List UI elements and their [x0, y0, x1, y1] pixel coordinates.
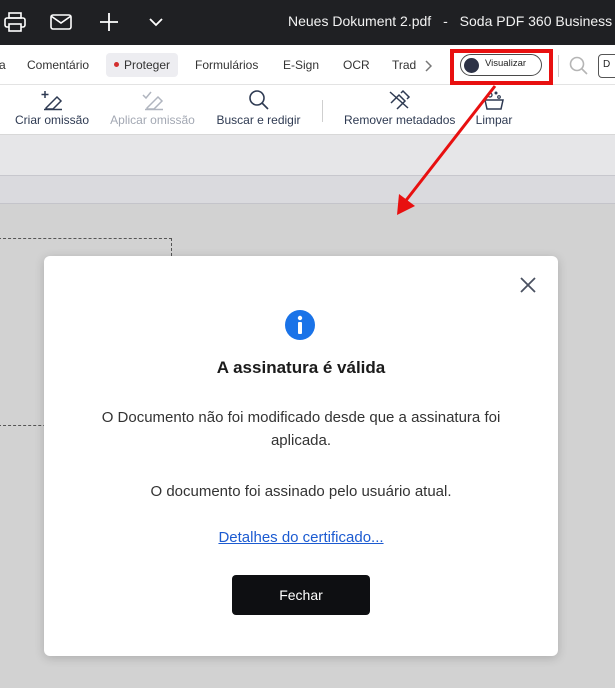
search-icon: [216, 89, 301, 111]
certificate-details-link[interactable]: Detalhes do certificado...: [218, 529, 383, 546]
tool-label: Remover metadados: [344, 113, 456, 127]
signature-valid-dialog: A assinatura é válida O Documento não fo…: [44, 256, 558, 656]
tab-formularios[interactable]: Formulários: [195, 53, 258, 77]
tool-label: Limpar: [475, 113, 513, 127]
tab-ocr[interactable]: OCR: [343, 53, 370, 77]
tab-label: OCR: [343, 58, 370, 72]
tab-label: a: [0, 58, 6, 72]
chevron-right-icon[interactable]: [424, 53, 433, 77]
tab-partial[interactable]: a: [0, 53, 6, 77]
close-icon[interactable]: [517, 274, 539, 296]
sanitize-icon: [474, 89, 514, 111]
redact-apply-icon: [109, 89, 196, 111]
tab-trad[interactable]: Trad: [392, 53, 416, 77]
tools-row: Criar omissão Aplicar omissão Buscar e r…: [0, 85, 615, 135]
app-name: Soda PDF 360 Business: [459, 13, 613, 29]
document-name: Neues Dokument 2.pdf: [288, 13, 432, 29]
tool-label: Aplicar omissão: [110, 113, 195, 127]
dialog-title: A assinatura é válida: [216, 358, 386, 377]
title-separator: -: [443, 13, 448, 29]
divider: [322, 100, 323, 122]
divider: [558, 55, 559, 77]
dialog-message-signed: O documento foi assinado pelo usuário at…: [150, 483, 452, 500]
search-icon[interactable]: [569, 56, 588, 80]
remover-metadados-button[interactable]: Remover metadados: [344, 89, 456, 133]
tab-label: Formulários: [195, 58, 259, 72]
tab-comentario[interactable]: Comentário: [27, 53, 89, 77]
info-icon: [284, 309, 316, 341]
remove-metadata-icon: [344, 89, 454, 111]
title-bar: Neues Dokument 2.pdf - Soda PDF 360 Busi…: [0, 0, 615, 45]
buscar-e-redigir-button[interactable]: Buscar e redigir: [216, 89, 301, 133]
tab-label: Comentário: [27, 58, 90, 72]
tab-label: E-Sign: [283, 58, 320, 72]
tab-esign[interactable]: E-Sign: [283, 53, 319, 77]
tool-label: Criar omissão: [14, 113, 89, 127]
plus-icon[interactable]: [94, 8, 124, 36]
tab-label: Trad: [392, 58, 417, 72]
edge-button[interactable]: D: [598, 54, 615, 78]
tool-label: Buscar e redigir: [216, 113, 301, 127]
fechar-button[interactable]: Fechar: [232, 575, 370, 615]
chevron-down-icon[interactable]: [141, 8, 171, 36]
window-title: Neues Dokument 2.pdf - Soda PDF 360 Busi…: [288, 13, 612, 29]
annotation-highlight-box: [450, 49, 553, 85]
secondary-toolbar: [0, 135, 615, 176]
print-icon[interactable]: [0, 8, 30, 36]
document-header-bar: [0, 176, 615, 204]
redact-add-icon: [14, 89, 90, 111]
criar-omissao-button[interactable]: Criar omissão: [14, 89, 90, 133]
limpar-button[interactable]: Limpar: [474, 89, 514, 133]
dialog-message: O Documento não foi modificado desde que…: [101, 409, 501, 449]
aplicar-omissao-button[interactable]: Aplicar omissão: [109, 89, 196, 133]
mail-icon[interactable]: [46, 8, 76, 36]
tab-label: Proteger: [124, 58, 171, 72]
active-dot: [114, 62, 119, 68]
tab-proteger[interactable]: Proteger: [106, 53, 179, 77]
certificate-details-row: Detalhes do certificado...: [44, 529, 558, 546]
